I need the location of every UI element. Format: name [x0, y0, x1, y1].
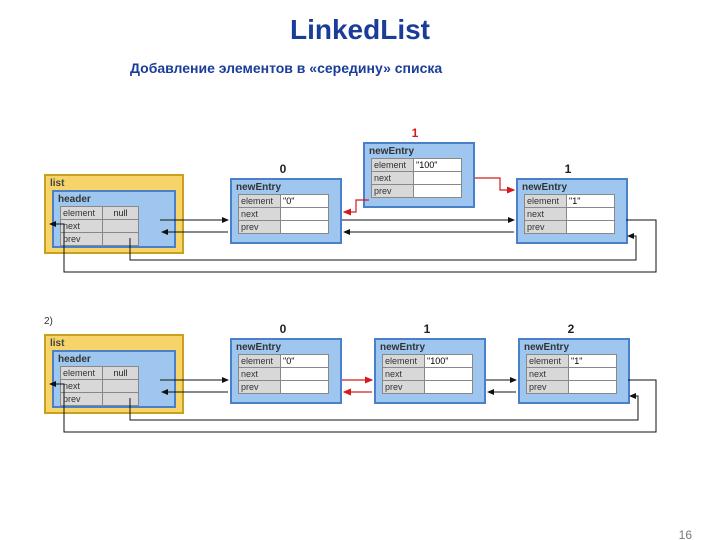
- header-null: null: [103, 207, 139, 220]
- d2-node2-table: element"1" next prev: [526, 354, 617, 394]
- d1-node1-table: element"1" next prev: [524, 194, 615, 234]
- list-label: list: [46, 176, 182, 189]
- header-label: header: [54, 352, 174, 367]
- d2-node0-box: newEntry element"0" next prev: [230, 338, 342, 404]
- d2-node2-value: "1": [569, 355, 617, 368]
- d1-arrows: [0, 14, 720, 314]
- d2-node1-table: element"100" next prev: [382, 354, 473, 394]
- list-label: list: [46, 336, 182, 349]
- d2-header-table: elementnull next prev: [60, 366, 139, 406]
- d1-node0-index: 0: [263, 162, 303, 176]
- d2-node1-value: "100": [425, 355, 473, 368]
- entry-label: newEntry: [365, 144, 473, 159]
- d2-node1-box: newEntry element"100" next prev: [374, 338, 486, 404]
- d2-list-box: list header elementnull next prev: [44, 334, 184, 414]
- d1-header-box: header elementnull next prev: [52, 190, 176, 248]
- field-element: element: [61, 207, 103, 220]
- page-subtitle: Добавление элементов в «середину» списка: [130, 60, 720, 76]
- field-next: next: [61, 220, 103, 233]
- entry-label: newEntry: [232, 340, 340, 355]
- d2-node2-index: 2: [551, 322, 591, 336]
- d1-node1-box: newEntry element"1" next prev: [516, 178, 628, 244]
- d1-list-box: list header elementnull next prev: [44, 174, 184, 254]
- entry-label: newEntry: [518, 180, 626, 195]
- entry-label: newEntry: [520, 340, 628, 355]
- d1-header-table: elementnull next prev: [60, 206, 139, 246]
- entry-label: newEntry: [376, 340, 484, 355]
- d1-insert-table: element"100" next prev: [371, 158, 462, 198]
- entry-label: newEntry: [232, 180, 340, 195]
- d2-header-box: header elementnull next prev: [52, 350, 176, 408]
- d2-node0-index: 0: [263, 322, 303, 336]
- d2-node0-table: element"0" next prev: [238, 354, 329, 394]
- d2-node0-value: "0": [281, 355, 329, 368]
- d1-insert-value: "100": [414, 159, 462, 172]
- d2-node2-box: newEntry element"1" next prev: [518, 338, 630, 404]
- d1-insert-index: 1: [395, 126, 435, 140]
- header-label: header: [54, 192, 174, 207]
- d1-node1-index: 1: [548, 162, 588, 176]
- d1-node0-box: newEntry element"0" next prev: [230, 178, 342, 244]
- d2-node1-index: 1: [407, 322, 447, 336]
- d1-insert-box: newEntry element"100" next prev: [363, 142, 475, 208]
- d1-node1-value: "1": [567, 195, 615, 208]
- d1-node0-table: element"0" next prev: [238, 194, 329, 234]
- d1-node0-value: "0": [281, 195, 329, 208]
- page-title: LinkedList: [0, 14, 720, 46]
- field-prev: prev: [61, 233, 103, 246]
- header-null: null: [103, 367, 139, 380]
- page-number: 16: [679, 528, 692, 540]
- step2-label: 2): [44, 316, 53, 327]
